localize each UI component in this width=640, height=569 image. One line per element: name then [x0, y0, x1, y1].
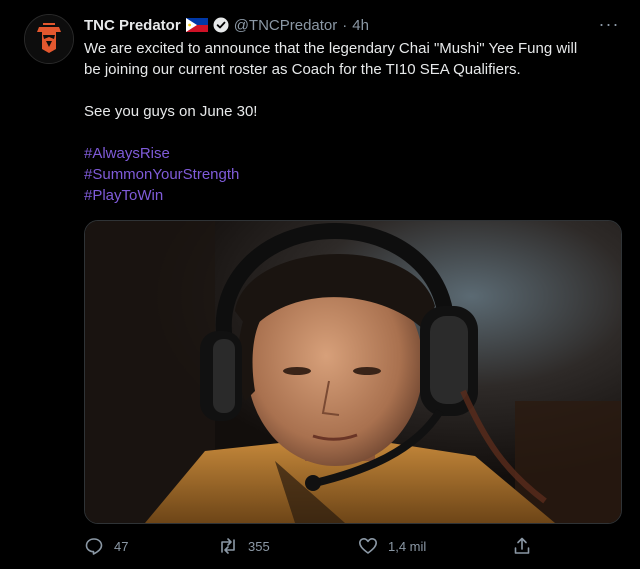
tweet-actions: 47 355 1,4 mil	[84, 534, 544, 558]
timestamp[interactable]: 4h	[352, 17, 369, 34]
retweet-button[interactable]: 355	[218, 534, 270, 558]
reply-count: 47	[114, 538, 129, 554]
hashtag-link[interactable]: #AlwaysRise	[84, 143, 624, 164]
philippines-flag-icon	[185, 18, 208, 32]
verified-badge-icon	[213, 17, 229, 33]
like-count: 1,4 mil	[388, 538, 427, 554]
tnc-predator-logo-icon	[25, 15, 73, 63]
reply-icon	[85, 538, 103, 555]
tweet-header: TNC Predator @TNCPredator · 4h	[84, 14, 369, 36]
like-button[interactable]: 1,4 mil	[358, 534, 426, 558]
hashtag-link[interactable]: #SummonYourStrength	[84, 164, 624, 185]
reply-button[interactable]: 47	[84, 534, 128, 558]
line-break	[84, 80, 624, 101]
display-name[interactable]: TNC Predator	[84, 17, 181, 34]
handle[interactable]: @TNCPredator	[234, 17, 338, 34]
retweet-count: 355	[248, 538, 270, 554]
tweet[interactable]: TNC Predator @TNCPredator · 4h ··· We ar…	[0, 0, 640, 569]
heart-icon	[359, 538, 377, 554]
line-break	[84, 122, 624, 143]
separator: ·	[342, 16, 348, 34]
tweet-text: We are excited to announce that the lege…	[84, 38, 624, 206]
coach-photo-image	[85, 221, 621, 523]
more-options-icon[interactable]: ···	[598, 14, 620, 34]
tweet-text-line: See you guys on June 30!	[84, 103, 258, 120]
hashtag-link[interactable]: #PlayToWin	[84, 185, 624, 206]
tweet-text-line: be joining our current roster as Coach f…	[84, 61, 521, 78]
avatar[interactable]	[24, 14, 74, 64]
tweet-text-line: We are excited to announce that the lege…	[84, 40, 578, 57]
share-icon	[514, 537, 530, 554]
share-button[interactable]	[512, 534, 532, 558]
retweet-icon	[221, 538, 235, 554]
tweet-photo[interactable]	[84, 220, 622, 524]
